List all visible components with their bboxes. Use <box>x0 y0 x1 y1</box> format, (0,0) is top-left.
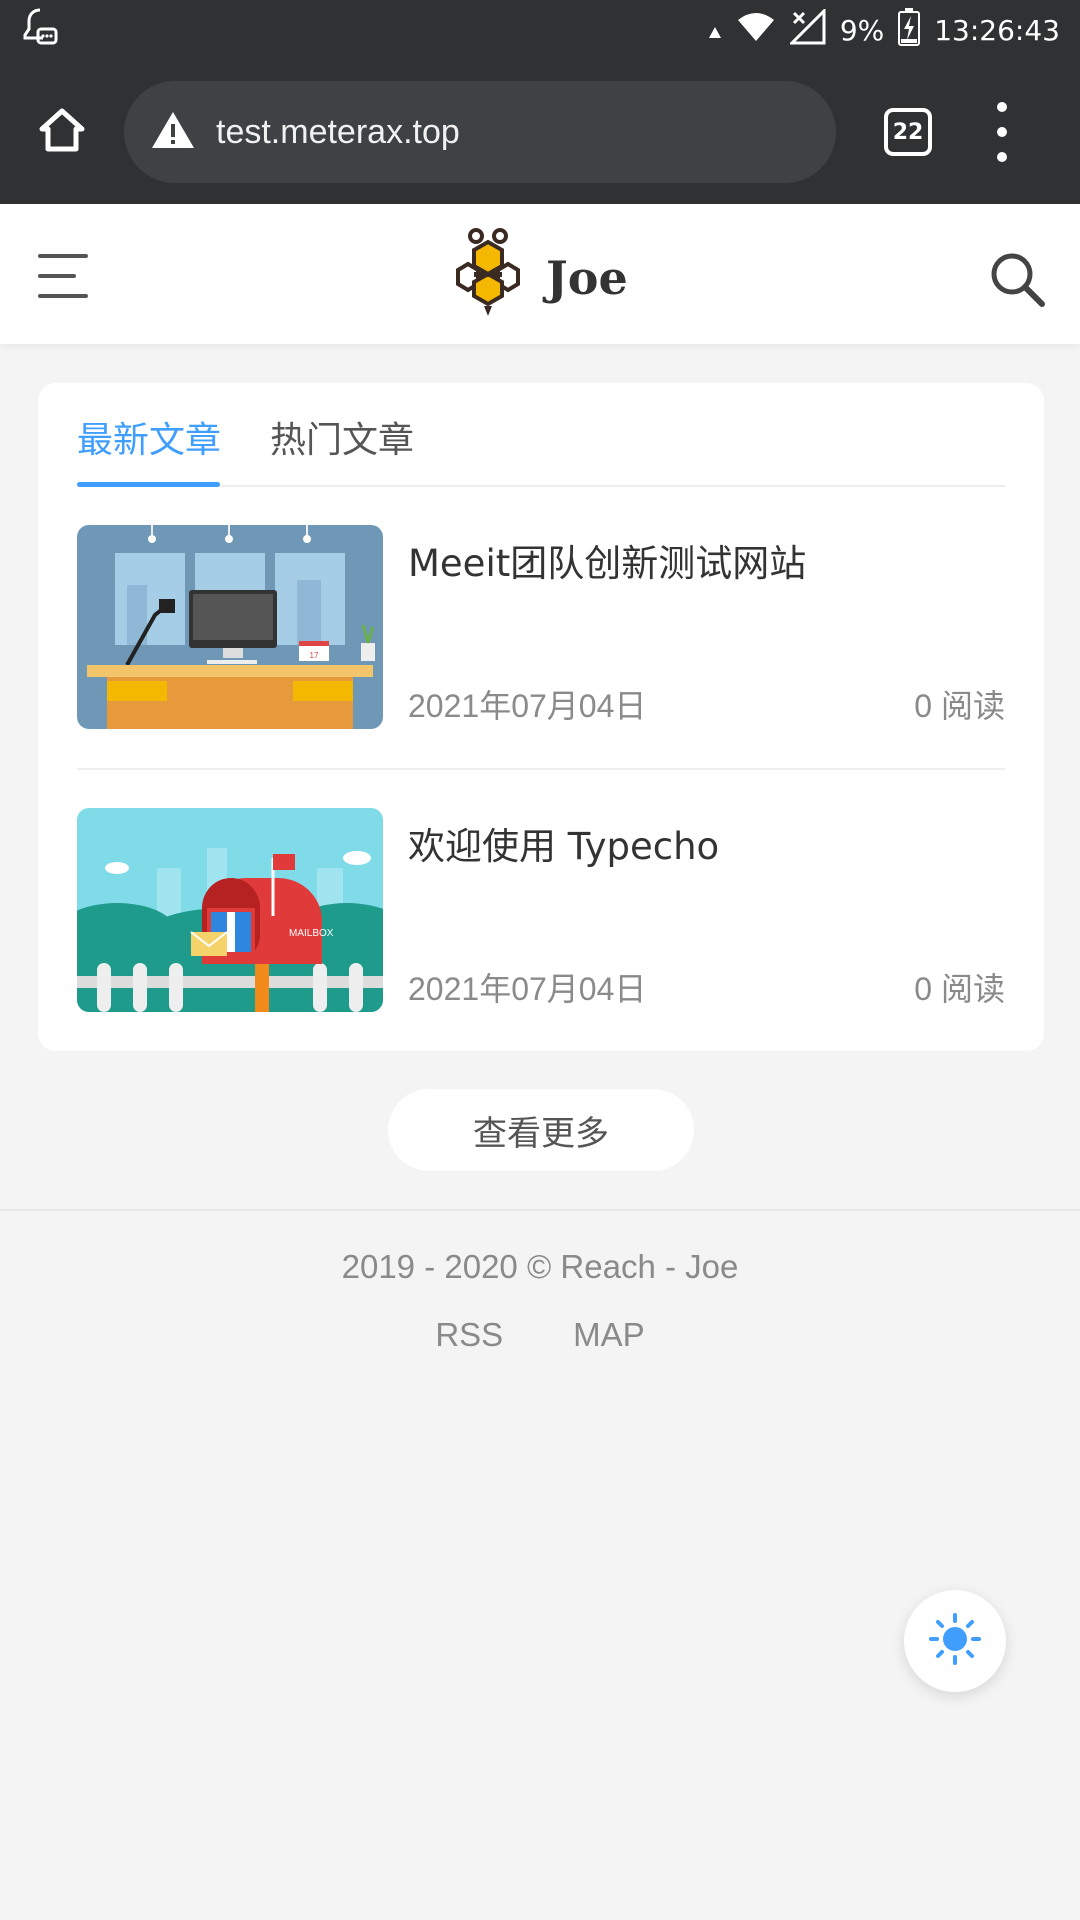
article-thumbnail[interactable]: 17 <box>77 525 383 729</box>
battery-icon <box>898 7 921 53</box>
clock: 13:26:43 <box>934 13 1060 47</box>
article-date: 2021年07月04日 <box>408 688 647 724</box>
warning-icon <box>150 110 196 154</box>
article-list-card: 最新文章 热门文章 17 Meeit团队创新测试网站 2021年07月04日 0… <box>38 383 1044 1051</box>
battery-percent: 9% <box>839 13 885 47</box>
calendar-day: 17 <box>310 651 319 660</box>
tab-latest-articles[interactable]: 最新文章 <box>77 411 221 463</box>
browser-menu-button[interactable] <box>990 102 1014 162</box>
signal-up-icon <box>708 14 722 47</box>
article-item[interactable]: MAILBOX 欢迎使用 Typecho 2021年07月04日 0 阅读 <box>77 808 1005 1014</box>
sun-icon <box>927 1611 983 1671</box>
article-thumbnail[interactable]: MAILBOX <box>77 808 383 1012</box>
tab-hot-articles[interactable]: 热门文章 <box>270 411 414 463</box>
logo-text: Joe <box>546 251 628 305</box>
cellular-icon <box>788 6 826 52</box>
browser-toolbar: test.meterax.top 22 <box>0 60 1080 204</box>
url-text: test.meterax.top <box>216 112 460 151</box>
menu-dot <box>997 152 1007 162</box>
footer-links: RSS MAP <box>0 1316 1080 1354</box>
notification-icon <box>20 7 60 54</box>
search-icon <box>988 253 1046 312</box>
menu-line <box>38 294 88 298</box>
footer-copyright: 2019 - 2020 © Reach - Joe <box>341 1248 739 1285</box>
menu-line <box>38 254 88 258</box>
search-button[interactable] <box>988 250 1046 308</box>
menu-dot <box>997 102 1007 112</box>
view-more-button[interactable]: 查看更多 <box>388 1089 694 1171</box>
article-read-count: 0 阅读 <box>914 971 1005 1007</box>
site-header: Joe <box>0 204 1080 344</box>
theme-toggle-button[interactable] <box>904 1590 1006 1692</box>
hamburger-menu-button[interactable] <box>38 254 88 298</box>
article-title[interactable]: Meeit团队创新测试网站 <box>408 533 806 587</box>
article-divider <box>77 768 1005 770</box>
article-date: 2021年07月04日 <box>408 971 647 1007</box>
article-tabs: 最新文章 热门文章 <box>77 383 1005 487</box>
home-icon <box>37 105 87 159</box>
menu-dot <box>997 127 1007 137</box>
footer-divider <box>0 1209 1080 1211</box>
wifi-icon <box>736 11 776 50</box>
active-tab-indicator <box>77 482 220 487</box>
address-bar[interactable]: test.meterax.top <box>124 81 836 183</box>
rss-link[interactable]: RSS <box>435 1316 503 1354</box>
site-logo[interactable]: Joe <box>440 224 630 324</box>
sitemap-link[interactable]: MAP <box>573 1316 645 1354</box>
mailbox-text: MAILBOX <box>289 928 334 939</box>
tab-switcher-button[interactable]: 22 <box>884 108 932 156</box>
bee-logo-icon <box>440 224 536 324</box>
article-read-count: 0 阅读 <box>914 688 1005 724</box>
article-title[interactable]: 欢迎使用 Typecho <box>408 816 719 870</box>
status-bar: 9% 13:26:43 <box>0 0 1080 60</box>
menu-line <box>38 274 76 278</box>
home-button[interactable] <box>22 92 102 172</box>
article-item[interactable]: 17 Meeit团队创新测试网站 2021年07月04日 0 阅读 <box>77 525 1005 731</box>
